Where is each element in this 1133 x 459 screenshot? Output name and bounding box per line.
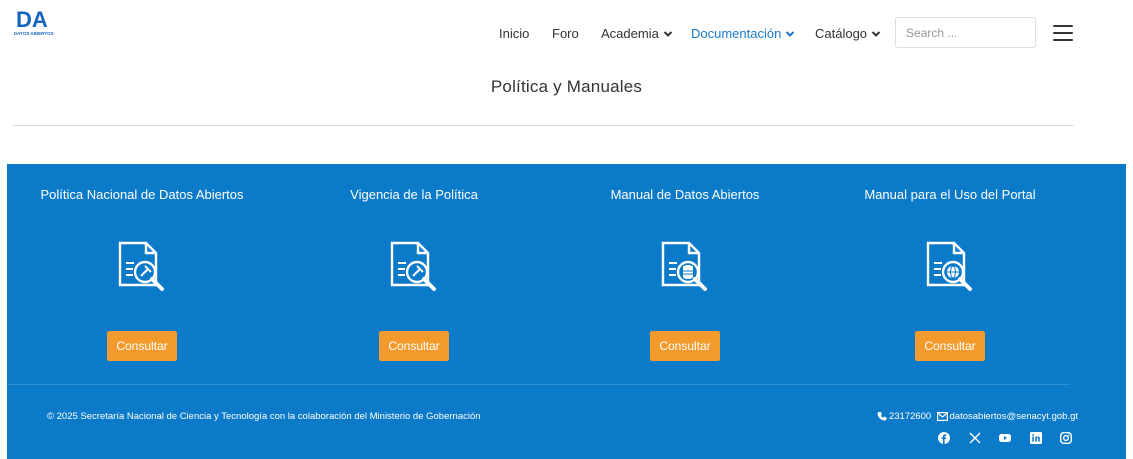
document-gavel-icon <box>390 241 436 291</box>
nav-item-inicio[interactable]: Inicio <box>499 26 529 41</box>
nav-item-documentacion-label: Documentación <box>691 26 782 41</box>
nav-item-academia-label: Academia <box>601 26 659 41</box>
page-title: Política y Manuales <box>490 77 643 96</box>
divider <box>12 125 1074 126</box>
datos-abiertos-logo[interactable]: DA DATOS ABIERTOS <box>12 8 72 36</box>
x-icon[interactable] <box>969 432 981 444</box>
chevron-down-icon <box>786 30 795 37</box>
card-title: Política Nacional de Datos Abiertos <box>40 187 244 202</box>
card-title: Manual de Datos Abiertos <box>610 187 760 202</box>
document-globe-icon <box>926 241 972 291</box>
nav-item-catalogo[interactable]: Catálogo <box>815 26 881 41</box>
footer-email[interactable]: datosabiertos@senacyt.gob.gt <box>950 411 1078 422</box>
phone-icon <box>877 412 887 421</box>
consultar-button[interactable]: Consultar <box>379 331 449 361</box>
consultar-button[interactable]: Consultar <box>107 331 177 361</box>
svg-text:DATOS ABIERTOS: DATOS ABIERTOS <box>14 31 54 36</box>
svg-text:DA: DA <box>16 8 48 32</box>
hamburger-menu-icon[interactable] <box>1053 25 1073 41</box>
card-politica-nacional: Política Nacional de Datos Abiertos Cons… <box>7 164 277 379</box>
nav-item-catalogo-label: Catálogo <box>815 26 868 41</box>
card-manual-datos-abiertos: Manual de Datos Abiertos Consultar <box>550 164 820 379</box>
nav-item-academia[interactable]: Academia <box>601 26 673 41</box>
card-title: Vigencia de la Política <box>350 187 478 202</box>
linkedin-icon[interactable] <box>1029 431 1042 444</box>
chevron-down-icon <box>871 30 881 37</box>
card-vigencia-politica: Vigencia de la Política Consultar <box>279 164 549 379</box>
nav-item-foro[interactable]: Foro <box>552 26 579 41</box>
nav-item-documentacion[interactable]: Documentación <box>691 26 795 41</box>
facebook-icon[interactable] <box>938 431 951 444</box>
footer-contact: 23172600 datosabiertos@senacyt.gob.gt <box>877 411 1078 422</box>
chevron-down-icon <box>663 30 673 37</box>
footer-phone[interactable]: 23172600 <box>889 411 931 422</box>
instagram-icon[interactable] <box>1060 431 1072 444</box>
footer-divider <box>7 384 1070 385</box>
site-header: DA DATOS ABIERTOS Inicio Foro Academia D… <box>0 0 1133 62</box>
document-gavel-icon <box>118 241 164 291</box>
documents-section: Política Nacional de Datos Abiertos Cons… <box>7 164 1126 459</box>
footer-copyright: © 2025 Secretaría Nacional de Ciencia y … <box>47 411 481 422</box>
consultar-button[interactable]: Consultar <box>915 331 985 361</box>
document-database-icon <box>661 241 707 291</box>
search-input[interactable] <box>895 17 1036 48</box>
email-icon <box>936 411 948 421</box>
card-title: Manual para el Uso del Portal <box>864 187 1036 202</box>
social-links <box>924 429 1072 444</box>
youtube-icon[interactable] <box>999 432 1012 444</box>
consultar-button[interactable]: Consultar <box>650 331 720 361</box>
card-manual-uso-portal: Manual para el Uso del Portal Consultar <box>815 164 1085 379</box>
